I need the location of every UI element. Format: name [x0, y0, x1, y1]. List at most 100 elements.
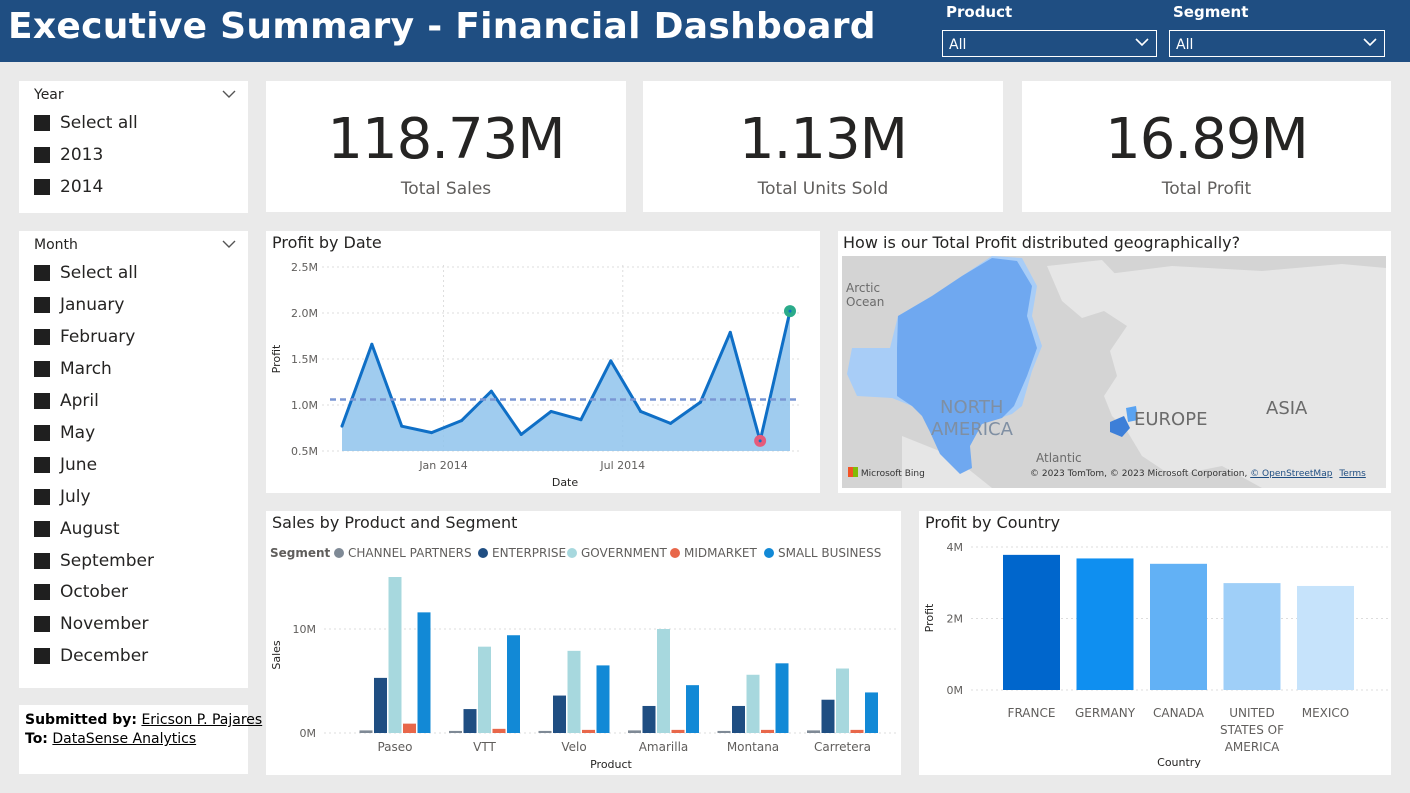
x-axis-label: Country: [1157, 756, 1201, 769]
author-link[interactable]: Ericson P. Pajares: [141, 712, 262, 728]
month-slicer-title: Month: [34, 237, 78, 253]
checkbox-icon[interactable]: [34, 457, 50, 473]
checkbox-icon[interactable]: [34, 265, 50, 281]
bar: [463, 709, 477, 733]
geo-map-panel: How is our Total Profit distributed geog…: [838, 231, 1391, 493]
kpi-value: 118.73M: [327, 107, 565, 172]
checkbox-icon[interactable]: [34, 616, 50, 632]
profit-by-date-panel: Profit by Date 0.5M 1.0M 1.5M 2.0M 2.5M Jan 2…: [266, 231, 820, 493]
chevron-down-icon[interactable]: [222, 239, 236, 249]
checkbox-icon[interactable]: [34, 584, 50, 600]
y-tick-label: 0.5M: [291, 445, 318, 458]
data-point: [609, 359, 613, 363]
y-tick-label: 2.5M: [291, 261, 318, 274]
month-option[interactable]: March: [34, 359, 112, 379]
kpi-card-total-units-sold: 1.13M Total Units Sold: [643, 81, 1003, 212]
y-tick-label: 1.5M: [291, 353, 318, 366]
month-option[interactable]: October: [34, 582, 128, 602]
legend-marker: [567, 548, 577, 558]
year-option-label: 2013: [60, 145, 104, 165]
month-option[interactable]: December: [34, 646, 148, 666]
bar: [553, 695, 566, 733]
checkbox-icon[interactable]: [34, 553, 50, 569]
world-map[interactable]: Arctic Ocean NORTH AMERICA EUROPE ASIA A…: [842, 256, 1386, 488]
kpi-card-total-sales: 118.73M Total Sales: [266, 81, 626, 212]
checkbox-icon[interactable]: [34, 329, 50, 345]
bar: [775, 663, 789, 733]
segment-dropdown[interactable]: All: [1169, 30, 1385, 57]
checkbox-icon[interactable]: [34, 521, 50, 537]
checkbox-icon[interactable]: [34, 489, 50, 505]
y-tick-label: 1.0M: [291, 399, 318, 412]
y-tick-label: 0M: [947, 684, 964, 697]
profit-area: [342, 311, 790, 451]
bar: [865, 692, 878, 733]
x-tick-label: Paseo: [377, 740, 412, 754]
month-option[interactable]: January: [34, 295, 124, 315]
year-option[interactable]: Select all: [34, 113, 138, 133]
map-label-north: NORTH: [940, 397, 1003, 418]
x-axis-label: Date: [552, 476, 579, 489]
bar: [478, 646, 491, 733]
checkbox-icon[interactable]: [34, 115, 50, 131]
month-option[interactable]: February: [34, 327, 135, 347]
bar: [359, 730, 373, 733]
profit-by-date-chart[interactable]: 0.5M 1.0M 1.5M 2.0M 2.5M Jan 2014 Jul 2014 Prof…: [266, 231, 820, 493]
checkbox-icon[interactable]: [34, 297, 50, 313]
month-option[interactable]: June: [34, 455, 97, 475]
x-tick-label: Jan 2014: [418, 459, 467, 472]
x-tick-label: Jul 2014: [599, 459, 645, 472]
x-tick-label: CANADA: [1153, 706, 1205, 720]
map-label-america: AMERICA: [931, 419, 1014, 440]
year-option[interactable]: 2014: [34, 177, 103, 197]
x-tick-label: VTT: [473, 740, 496, 754]
month-option[interactable]: November: [34, 614, 148, 634]
sales-by-product-chart[interactable]: Segment CHANNEL PARTNERS ENTERPRISE GOVERNM…: [266, 511, 901, 775]
y-axis-label: Profit: [270, 344, 283, 373]
chevron-down-icon[interactable]: [222, 89, 236, 99]
data-point: [639, 409, 643, 413]
month-option[interactable]: July: [34, 487, 91, 507]
osm-link[interactable]: © OpenStreetMap: [1250, 469, 1332, 479]
checkbox-icon[interactable]: [34, 425, 50, 441]
bar: [807, 730, 820, 733]
recipient-link[interactable]: DataSense Analytics: [52, 731, 196, 747]
segment-slicer-label: Segment: [1173, 3, 1249, 21]
month-option[interactable]: Select all: [34, 263, 138, 283]
map-credit-text: © 2023 TomTom, © 2023 Microsoft Corporat…: [1030, 469, 1248, 479]
bar: [388, 577, 402, 733]
legend-item: MIDMARKET: [684, 546, 757, 560]
legend-marker: [334, 548, 344, 558]
bar: [567, 650, 581, 733]
bar: [403, 723, 416, 733]
bar: [507, 635, 520, 733]
month-option[interactable]: April: [34, 391, 99, 411]
checkbox-icon[interactable]: [34, 361, 50, 377]
checkbox-icon[interactable]: [34, 393, 50, 409]
bar: [596, 665, 610, 733]
month-option-label: December: [60, 646, 149, 666]
bar: [850, 729, 864, 733]
checkbox-icon[interactable]: [34, 648, 50, 664]
product-dropdown[interactable]: All: [942, 30, 1157, 57]
month-option[interactable]: August: [34, 519, 120, 539]
month-option[interactable]: May: [34, 423, 95, 443]
year-option[interactable]: 2013: [34, 145, 103, 165]
x-tick-label: GERMANY: [1075, 706, 1136, 720]
profit-by-country-chart[interactable]: 0M 2M 4M FRANCE GERMANY CANADA UNITED STATES OF…: [919, 511, 1391, 775]
kpi-label: Total Profit: [1161, 179, 1252, 199]
x-tick-label: MEXICO: [1302, 706, 1350, 720]
month-option[interactable]: September: [34, 551, 154, 571]
checkbox-icon[interactable]: [34, 179, 50, 195]
bar: [761, 729, 774, 733]
month-option-label: January: [60, 295, 125, 315]
sales-by-product-panel: Sales by Product and Segment Segment CHAN…: [266, 511, 901, 775]
bar: [1150, 563, 1207, 690]
submitted-card: Submitted by: Ericson P. Pajares To: Dat…: [19, 705, 262, 774]
terms-link[interactable]: Terms: [1339, 469, 1366, 479]
y-tick-label: 10M: [293, 623, 317, 636]
checkbox-icon[interactable]: [34, 147, 50, 163]
data-point: [430, 431, 434, 435]
map-label-arctic: Arctic: [846, 281, 880, 295]
kpi-label: Total Units Sold: [757, 179, 889, 199]
